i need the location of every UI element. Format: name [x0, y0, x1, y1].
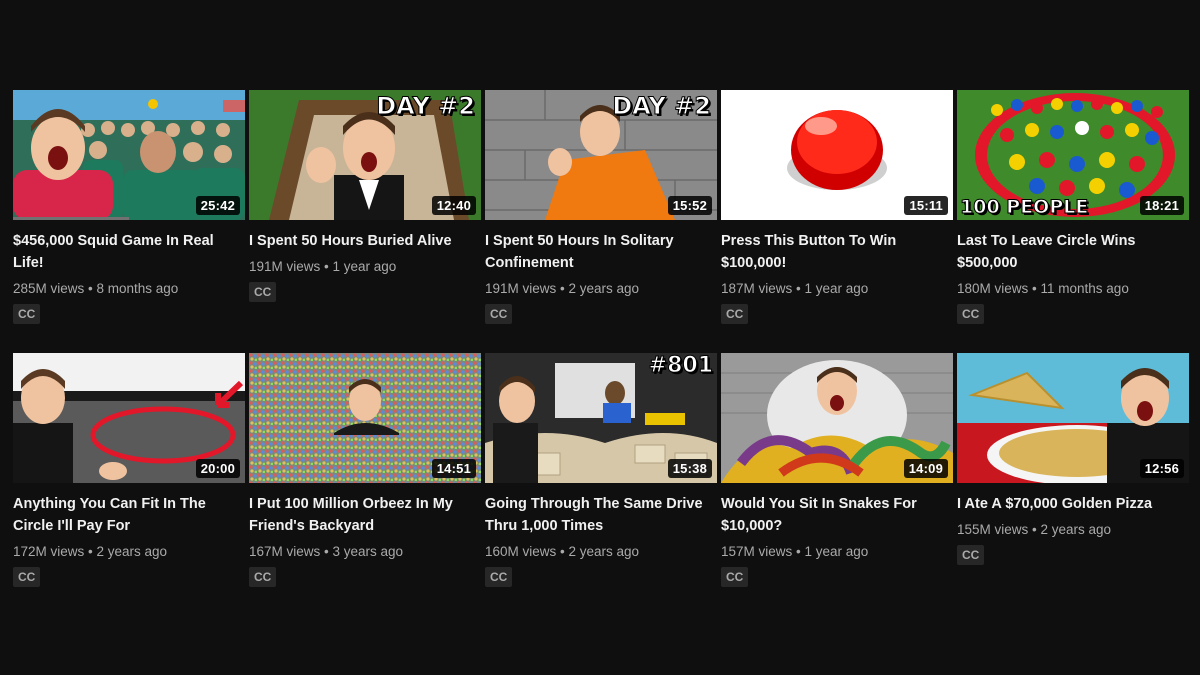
upload-age: 3 years ago [332, 544, 404, 559]
video-duration: 14:09 [903, 459, 948, 478]
upload-age: 1 year ago [804, 544, 869, 559]
video-meta: 160M views • 2 years ago [485, 543, 717, 561]
video-duration: 15:52 [667, 196, 712, 215]
video-duration: 14:51 [431, 459, 476, 478]
video-thumbnail[interactable]: 20:00 [13, 353, 245, 483]
view-count: 172M views [13, 544, 85, 559]
cc-badge: CC [485, 567, 513, 587]
upload-age: 11 months ago [1040, 281, 1129, 296]
upload-age: 1 year ago [804, 281, 869, 296]
video-title[interactable]: Anything You Can Fit In The Circle I'll … [13, 493, 245, 537]
upload-age: 2 years ago [1040, 522, 1112, 537]
video-duration: 12:56 [1139, 459, 1184, 478]
video-meta: 187M views • 1 year ago [721, 280, 953, 298]
view-count: 160M views [485, 544, 557, 559]
video-title[interactable]: Would You Sit In Snakes For $10,000? [721, 493, 953, 537]
video-card[interactable]: DAY #2 15:52 I Spent 50 Hours In Solitar… [485, 90, 717, 353]
cc-badge: CC [957, 304, 985, 324]
video-meta: 157M views • 1 year ago [721, 543, 953, 561]
upload-age: 2 years ago [568, 281, 640, 296]
video-meta: 191M views • 2 years ago [485, 280, 717, 298]
video-thumbnail[interactable]: #801 15:38 [485, 353, 717, 483]
video-card[interactable]: 14:51 I Put 100 Million Orbeez In My Fri… [249, 353, 481, 616]
cc-badge: CC [13, 304, 41, 324]
view-count: 187M views [721, 281, 793, 296]
video-thumbnail[interactable]: 100 PEOPLE 18:21 [957, 90, 1189, 220]
video-thumbnail[interactable]: DAY #2 15:52 [485, 90, 717, 220]
cc-badge: CC [957, 545, 985, 565]
cc-badge: CC [249, 282, 277, 302]
view-count: 191M views [249, 259, 321, 274]
video-duration: 18:21 [1139, 196, 1184, 215]
thumbnail-overlay-text: #801 [648, 353, 713, 379]
cc-badge: CC [249, 567, 277, 587]
view-count: 285M views [13, 281, 85, 296]
video-duration: 12:40 [431, 196, 476, 215]
video-meta: 167M views • 3 years ago [249, 543, 481, 561]
video-card[interactable]: 12:56 I Ate A $70,000 Golden Pizza 155M … [957, 353, 1189, 616]
video-title[interactable]: Last To Leave Circle Wins $500,000 [957, 230, 1189, 274]
video-grid: 25:42 $456,000 Squid Game In Real Life! … [13, 90, 1193, 616]
meta-separator: • [84, 544, 97, 559]
video-card[interactable]: #801 15:38 Going Through The Same Drive … [485, 353, 717, 616]
meta-separator: • [792, 281, 805, 296]
video-duration: 15:11 [904, 196, 948, 215]
thumbnail-overlay-text: 100 PEOPLE [959, 196, 1089, 219]
view-count: 191M views [485, 281, 557, 296]
video-meta: 191M views • 1 year ago [249, 258, 481, 276]
video-card[interactable]: 100 PEOPLE 18:21 Last To Leave Circle Wi… [957, 90, 1189, 353]
view-count: 180M views [957, 281, 1029, 296]
video-duration: 20:00 [195, 459, 240, 478]
video-thumbnail[interactable]: 15:11 [721, 90, 953, 220]
meta-separator: • [792, 544, 805, 559]
video-title[interactable]: I Ate A $70,000 Golden Pizza [957, 493, 1189, 515]
video-title[interactable]: I Spent 50 Hours In Solitary Confinement [485, 230, 717, 274]
video-meta: 285M views • 8 months ago [13, 280, 245, 298]
video-meta: 180M views • 11 months ago [957, 280, 1189, 298]
upload-age: 8 months ago [96, 281, 179, 296]
video-card[interactable]: 20:00 Anything You Can Fit In The Circle… [13, 353, 245, 616]
upload-age: 1 year ago [332, 259, 397, 274]
meta-separator: • [320, 259, 333, 274]
meta-separator: • [556, 281, 569, 296]
thumbnail-overlay-text: DAY #2 [612, 92, 712, 121]
video-thumbnail[interactable]: DAY #2 12:40 [249, 90, 481, 220]
cc-badge: CC [721, 567, 749, 587]
video-card[interactable]: DAY #2 12:40 I Spent 50 Hours Buried Ali… [249, 90, 481, 353]
video-meta: 155M views • 2 years ago [957, 521, 1189, 539]
meta-separator: • [1028, 522, 1041, 537]
view-count: 167M views [249, 544, 321, 559]
video-title[interactable]: Press This Button To Win $100,000! [721, 230, 953, 274]
video-thumbnail[interactable]: 14:51 [249, 353, 481, 483]
thumbnail-overlay-text: DAY #2 [376, 92, 476, 121]
video-duration: 25:42 [195, 196, 240, 215]
video-title[interactable]: Going Through The Same Drive Thru 1,000 … [485, 493, 717, 537]
meta-separator: • [84, 281, 97, 296]
video-thumbnail[interactable]: 12:56 [957, 353, 1189, 483]
watch-progress-bar [13, 217, 129, 220]
video-thumbnail[interactable]: 25:42 [13, 90, 245, 220]
meta-separator: • [320, 544, 333, 559]
video-title[interactable]: I Put 100 Million Orbeez In My Friend's … [249, 493, 481, 537]
cc-badge: CC [13, 567, 41, 587]
video-thumbnail[interactable]: 14:09 [721, 353, 953, 483]
meta-separator: • [556, 544, 569, 559]
video-card[interactable]: 14:09 Would You Sit In Snakes For $10,00… [721, 353, 953, 616]
video-title[interactable]: $456,000 Squid Game In Real Life! [13, 230, 245, 274]
cc-badge: CC [721, 304, 749, 324]
upload-age: 2 years ago [568, 544, 640, 559]
cc-badge: CC [485, 304, 513, 324]
meta-separator: • [1028, 281, 1041, 296]
view-count: 155M views [957, 522, 1029, 537]
view-count: 157M views [721, 544, 793, 559]
video-duration: 15:38 [667, 459, 712, 478]
video-meta: 172M views • 2 years ago [13, 543, 245, 561]
upload-age: 2 years ago [96, 544, 168, 559]
video-title[interactable]: I Spent 50 Hours Buried Alive [249, 230, 481, 252]
video-card[interactable]: 25:42 $456,000 Squid Game In Real Life! … [13, 90, 245, 353]
video-card[interactable]: 15:11 Press This Button To Win $100,000!… [721, 90, 953, 353]
